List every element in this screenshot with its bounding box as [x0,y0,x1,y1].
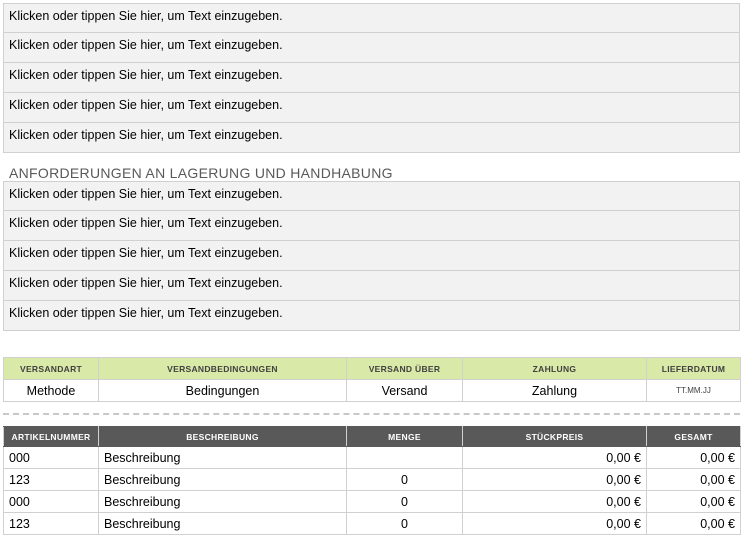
header-delivery-date: LIEFERDATUM [646,357,741,380]
quantity-cell[interactable]: 0 [346,512,463,535]
item-number-cell[interactable]: 000 [3,490,99,513]
table-row: 000 Beschreibung 0,00 € 0,00 € [3,446,741,469]
items-header-row: ARTIKELNUMMER BESCHREIBUNG MENGE STÜCKPR… [3,426,741,447]
text-field[interactable]: Klicken oder tippen Sie hier, um Text ei… [3,123,740,153]
text-field-block-top: Klicken oder tippen Sie hier, um Text ei… [3,3,740,153]
unit-price-cell[interactable]: 0,00 € [462,468,647,491]
delivery-date-cell[interactable]: TT.MM.JJ [646,379,741,402]
header-total: GESAMT [646,426,741,447]
text-field[interactable]: Klicken oder tippen Sie hier, um Text ei… [3,63,740,93]
shipping-header-row: VERSANDART VERSANDBEDINGUNGEN VERSAND ÜB… [3,357,741,380]
total-cell: 0,00 € [646,468,741,491]
table-row: 123 Beschreibung 0 0,00 € 0,00 € [3,512,741,535]
quantity-cell[interactable]: 0 [346,468,463,491]
header-payment: ZAHLUNG [462,357,647,380]
shipping-value-row: Methode Bedingungen Versand Zahlung TT.M… [3,379,741,402]
text-field[interactable]: Klicken oder tippen Sie hier, um Text ei… [3,93,740,123]
header-shipping-method: VERSANDART [3,357,99,380]
storage-handling-heading: ANFORDERUNGEN AN LAGERUNG UND HANDHABUNG [9,165,393,181]
item-number-cell[interactable]: 123 [3,512,99,535]
description-cell[interactable]: Beschreibung [98,468,347,491]
description-cell[interactable]: Beschreibung [98,512,347,535]
storage-text-field[interactable]: Klicken oder tippen Sie hier, um Text ei… [3,301,740,331]
items-table: ARTIKELNUMMER BESCHREIBUNG MENGE STÜCKPR… [3,426,741,535]
shipping-table: VERSANDART VERSANDBEDINGUNGEN VERSAND ÜB… [3,357,741,402]
table-row: 123 Beschreibung 0 0,00 € 0,00 € [3,468,741,491]
header-quantity: MENGE [346,426,463,447]
shipping-method-cell[interactable]: Methode [3,379,99,402]
header-item-number: ARTIKELNUMMER [3,426,99,447]
dashed-divider [3,413,740,415]
storage-text-field[interactable]: Klicken oder tippen Sie hier, um Text ei… [3,211,740,241]
table-row: 000 Beschreibung 0 0,00 € 0,00 € [3,490,741,513]
total-cell: 0,00 € [646,490,741,513]
shipping-terms-cell[interactable]: Bedingungen [98,379,347,402]
text-field[interactable]: Klicken oder tippen Sie hier, um Text ei… [3,3,740,33]
item-number-cell[interactable]: 000 [3,446,99,469]
item-number-cell[interactable]: 123 [3,468,99,491]
payment-cell[interactable]: Zahlung [462,379,647,402]
text-field[interactable]: Klicken oder tippen Sie hier, um Text ei… [3,33,740,63]
ship-via-cell[interactable]: Versand [346,379,463,402]
header-ship-via: VERSAND ÜBER [346,357,463,380]
total-cell: 0,00 € [646,446,741,469]
total-cell: 0,00 € [646,512,741,535]
unit-price-cell[interactable]: 0,00 € [462,490,647,513]
header-shipping-terms: VERSANDBEDINGUNGEN [98,357,347,380]
storage-text-field[interactable]: Klicken oder tippen Sie hier, um Text ei… [3,241,740,271]
header-unit-price: STÜCKPREIS [462,426,647,447]
unit-price-cell[interactable]: 0,00 € [462,446,647,469]
quantity-cell[interactable] [346,446,463,469]
description-cell[interactable]: Beschreibung [98,446,347,469]
storage-requirements-block: Klicken oder tippen Sie hier, um Text ei… [3,181,740,331]
unit-price-cell[interactable]: 0,00 € [462,512,647,535]
storage-text-field[interactable]: Klicken oder tippen Sie hier, um Text ei… [3,271,740,301]
storage-text-field[interactable]: Klicken oder tippen Sie hier, um Text ei… [3,181,740,211]
description-cell[interactable]: Beschreibung [98,490,347,513]
quantity-cell[interactable]: 0 [346,490,463,513]
header-description: BESCHREIBUNG [98,426,347,447]
